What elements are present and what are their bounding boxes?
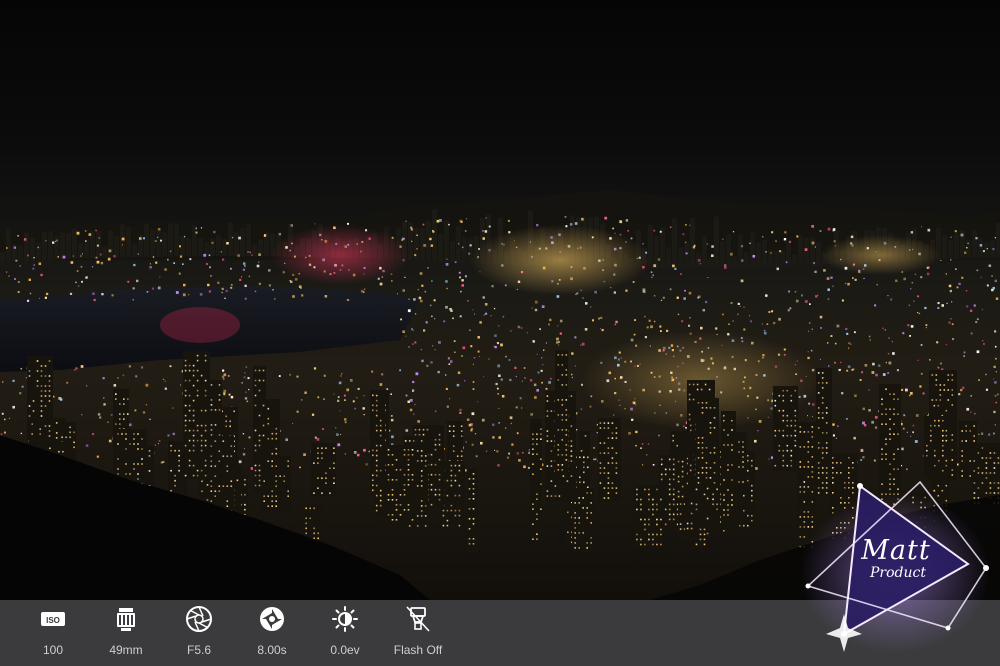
exif-flash: Flash Off: [378, 600, 458, 666]
iso-icon: ISO: [41, 612, 65, 626]
lens-icon: [117, 608, 135, 631]
exif-shutter: 8.00s: [232, 600, 312, 666]
watermark-text: Matt Product: [836, 535, 956, 582]
exif-exposure: 0.0ev: [305, 600, 385, 666]
flash-value: Flash Off: [393, 643, 443, 657]
iso-icon-text: ISO: [46, 616, 60, 625]
flash-icon: [406, 606, 430, 632]
exif-iso: ISO 100: [13, 600, 93, 666]
aperture-value: F5.6: [186, 643, 211, 657]
exposure-value: 0.0ev: [330, 643, 360, 657]
aperture-icon: [186, 606, 212, 632]
watermark-line1: Matt: [861, 535, 931, 566]
photo-frame: ISO 100 49mm F5.6 8.00s 0.0ev Flash Off …: [0, 0, 1000, 666]
shutter-icon: [260, 607, 284, 631]
iso-value: 100: [42, 643, 64, 657]
exif-focal-length: 49mm: [86, 600, 166, 666]
exposure-icon: [332, 606, 358, 632]
shutter-value: 8.00s: [257, 643, 287, 657]
focal-length-value: 49mm: [109, 643, 143, 657]
matt-product-watermark: Matt Product: [800, 478, 1000, 658]
watermark-line2: Product: [870, 565, 926, 581]
exif-aperture: F5.6: [159, 600, 239, 666]
